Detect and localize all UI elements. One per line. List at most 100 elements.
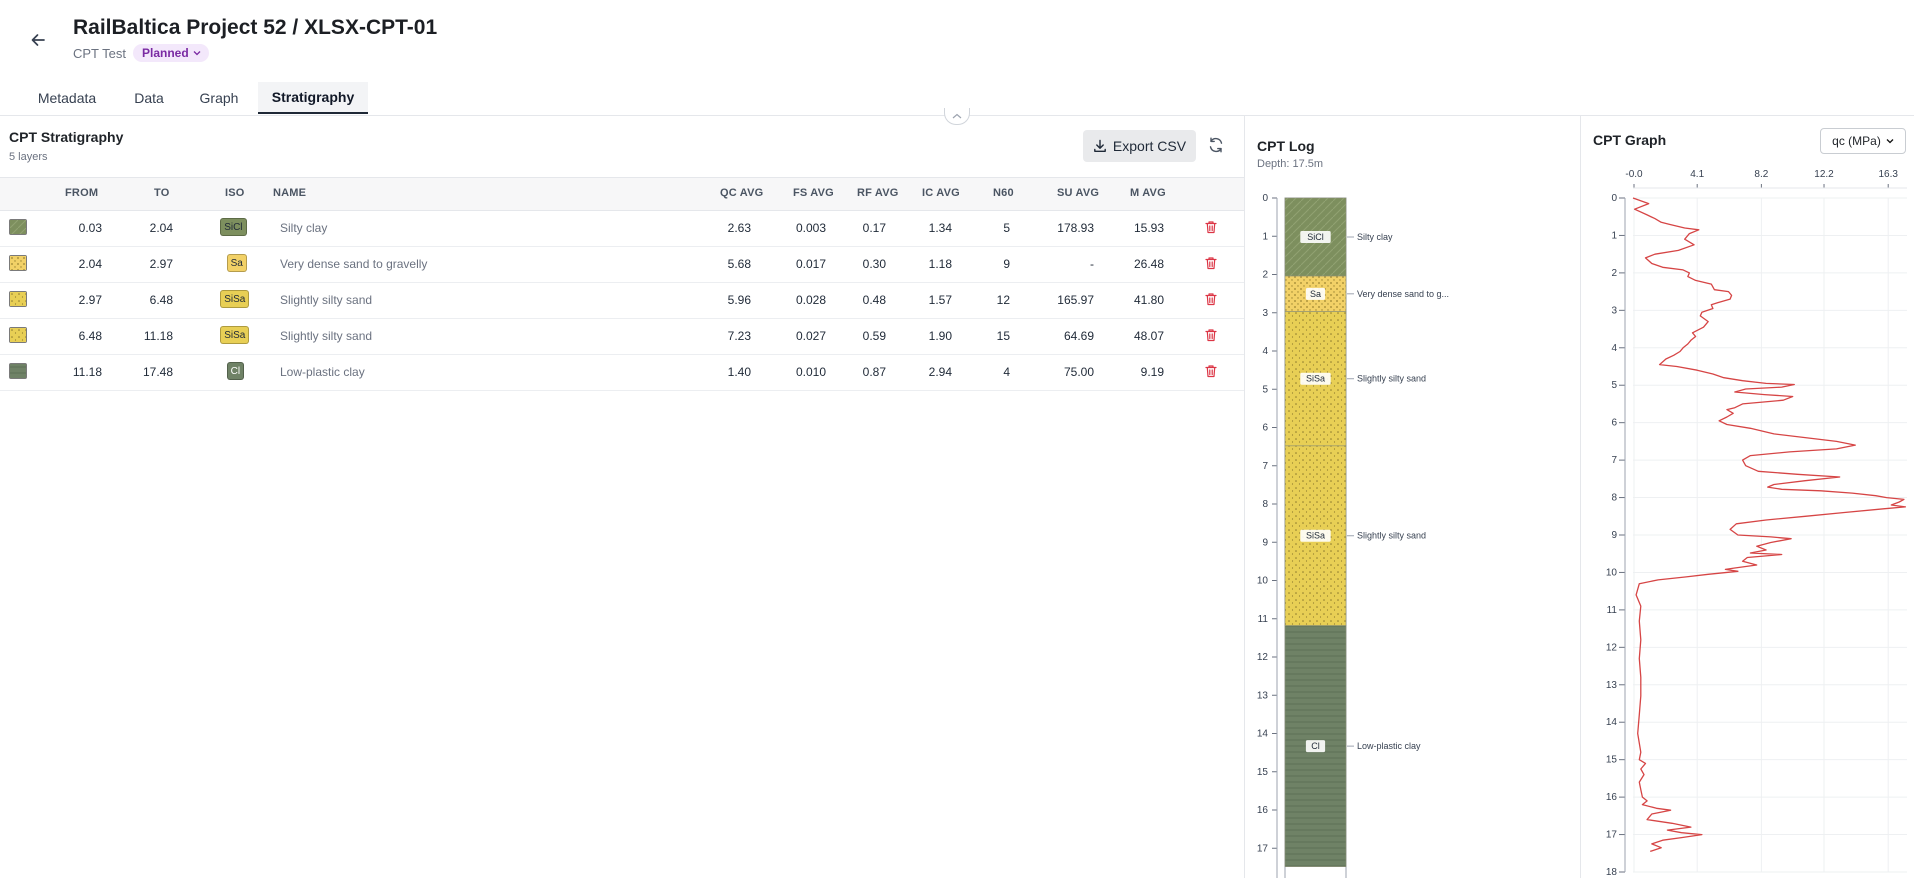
- cell-to: 2.97: [149, 257, 173, 271]
- y-tick-label: 15: [1606, 755, 1618, 766]
- y-tick-label: 5: [1611, 380, 1617, 391]
- y-tick-label: 3: [1611, 305, 1617, 316]
- cell-m: 9.19: [1140, 365, 1164, 379]
- log-depth: Depth: 17.5m: [1257, 158, 1324, 170]
- y-tick-label: 14: [1606, 717, 1618, 728]
- cell-su: 64.69: [1063, 329, 1094, 343]
- tab-graph[interactable]: Graph: [187, 82, 251, 114]
- cell-from: 6.48: [78, 329, 102, 343]
- y-tick-label: 12: [1606, 642, 1618, 653]
- collapse-header-button[interactable]: [944, 108, 970, 125]
- layer-swatch: [9, 219, 27, 235]
- y-tick-label: 17: [1606, 830, 1618, 841]
- table-row[interactable]: 6.48 11.18 7.23 0.027 0.59 1.90 15 64.69 48.07 Si…: [0, 318, 1244, 355]
- iso-badge: Sa: [226, 254, 247, 272]
- layer-name-label: Slightly silty sand: [1357, 531, 1426, 541]
- cell-qc: 2.63: [727, 221, 751, 235]
- delete-layer-button[interactable]: [1204, 364, 1220, 380]
- cell-qc: 1.40: [727, 365, 751, 379]
- table-row[interactable]: 2.04 2.97 5.68 0.017 0.30 1.18 9 - 26.48 Sa Very d…: [0, 246, 1244, 283]
- col-from: FROM: [65, 187, 99, 199]
- cell-ic: 1.18: [928, 257, 952, 271]
- y-tick-label: 7: [1611, 455, 1617, 466]
- layer-swatch: [9, 327, 27, 343]
- depth-tick-label: 15: [1257, 767, 1269, 778]
- depth-tick-label: 5: [1262, 384, 1268, 395]
- layer-swatch: [9, 363, 27, 379]
- cell-from: 2.97: [78, 293, 102, 307]
- cell-n60: 9: [1003, 257, 1010, 271]
- chevron-down-icon: [1886, 139, 1894, 144]
- cell-qc: 5.68: [727, 257, 751, 271]
- trash-icon: [1205, 293, 1217, 306]
- y-tick-label: 2: [1611, 268, 1617, 279]
- col-n60: N60: [993, 187, 1014, 199]
- x-tick-label: 4.1: [1690, 169, 1704, 180]
- trash-icon: [1205, 257, 1217, 270]
- col-qc-avg: QC AVG: [720, 187, 764, 199]
- tab-data[interactable]: Data: [123, 82, 175, 114]
- y-tick-label: 6: [1611, 418, 1617, 429]
- page-subtitle: CPT Test: [73, 46, 126, 61]
- layer-iso-label: SiCl: [1307, 232, 1324, 242]
- status-label: Planned: [142, 46, 189, 60]
- cell-name: Low-plastic clay: [280, 365, 365, 379]
- col-fs-avg: FS AVG: [793, 187, 834, 199]
- depth-tick-label: 16: [1257, 805, 1269, 816]
- table-row[interactable]: 11.18 17.48 1.40 0.010 0.87 2.94 4 75.00 9.19 Cl L…: [0, 354, 1244, 391]
- cell-from: 11.18: [72, 365, 102, 379]
- cpt-graph: -0.0 4.1 8.2 12.2 16.30123456789101112131415…: [1606, 169, 1907, 878]
- tab-stratigraphy[interactable]: Stratigraphy: [258, 82, 368, 114]
- delete-layer-button[interactable]: [1204, 292, 1220, 308]
- y-tick-label: 1: [1611, 230, 1617, 241]
- col-rf-avg: RF AVG: [857, 187, 899, 199]
- layer-iso-label: SiSa: [1306, 531, 1325, 541]
- cell-fs: 0.003: [795, 221, 826, 235]
- cell-rf: 0.48: [862, 293, 886, 307]
- layer-swatch: [9, 255, 27, 271]
- cell-su: 165.97: [1057, 293, 1094, 307]
- export-csv-button[interactable]: Export CSV: [1083, 130, 1196, 162]
- download-icon: [1094, 139, 1106, 152]
- status-badge[interactable]: Planned: [133, 44, 209, 62]
- y-tick-label: 16: [1606, 792, 1618, 803]
- refresh-button[interactable]: [1207, 136, 1227, 156]
- chevron-down-icon: [193, 51, 201, 56]
- cell-from: 2.04: [78, 257, 102, 271]
- tab-metadata[interactable]: Metadata: [22, 82, 112, 114]
- cell-rf: 0.17: [862, 221, 886, 235]
- trash-icon: [1205, 365, 1217, 378]
- layer-name-label: Silty clay: [1357, 232, 1393, 242]
- delete-layer-button[interactable]: [1204, 328, 1220, 344]
- cell-name: Slightly silty sand: [280, 329, 373, 343]
- page-title: RailBaltica Project 52 / XLSX-CPT-01: [73, 16, 438, 39]
- depth-tick-label: 9: [1262, 537, 1268, 548]
- cell-name: Very dense sand to gravelly: [280, 257, 428, 271]
- export-csv-label: Export CSV: [1112, 138, 1187, 154]
- cell-ic: 1.90: [928, 329, 952, 343]
- delete-layer-button[interactable]: [1204, 256, 1220, 272]
- table-row[interactable]: 0.03 2.04 2.63 0.003 0.17 1.34 5 178.93 15.93 SiC…: [0, 210, 1244, 247]
- cell-qc: 5.96: [727, 293, 751, 307]
- depth-tick-label: 3: [1262, 308, 1268, 319]
- parameter-select[interactable]: qc (MPa): [1820, 128, 1906, 154]
- cell-from: 0.03: [78, 221, 102, 235]
- depth-tick-label: 7: [1262, 461, 1268, 472]
- depth-tick-label: 13: [1257, 690, 1269, 701]
- cell-ic: 1.34: [928, 221, 952, 235]
- depth-tick-label: 10: [1257, 576, 1269, 587]
- cell-to: 17.48: [143, 365, 174, 379]
- back-button[interactable]: [24, 26, 52, 54]
- y-tick-label: 18: [1606, 867, 1618, 878]
- cell-m: 26.48: [1133, 257, 1164, 271]
- delete-layer-button[interactable]: [1204, 220, 1220, 236]
- layer-swatch: [9, 291, 27, 307]
- table-row[interactable]: 2.97 6.48 5.96 0.028 0.48 1.57 12 165.97 41.80 Si…: [0, 282, 1244, 319]
- cell-to: 2.04: [149, 221, 173, 235]
- cell-rf: 0.30: [862, 257, 886, 271]
- trash-icon: [1205, 221, 1217, 234]
- cell-rf: 0.87: [862, 365, 886, 379]
- cell-to: 6.48: [149, 293, 173, 307]
- depth-tick-label: 2: [1262, 270, 1268, 281]
- layer-iso-label: Cl: [1311, 741, 1320, 751]
